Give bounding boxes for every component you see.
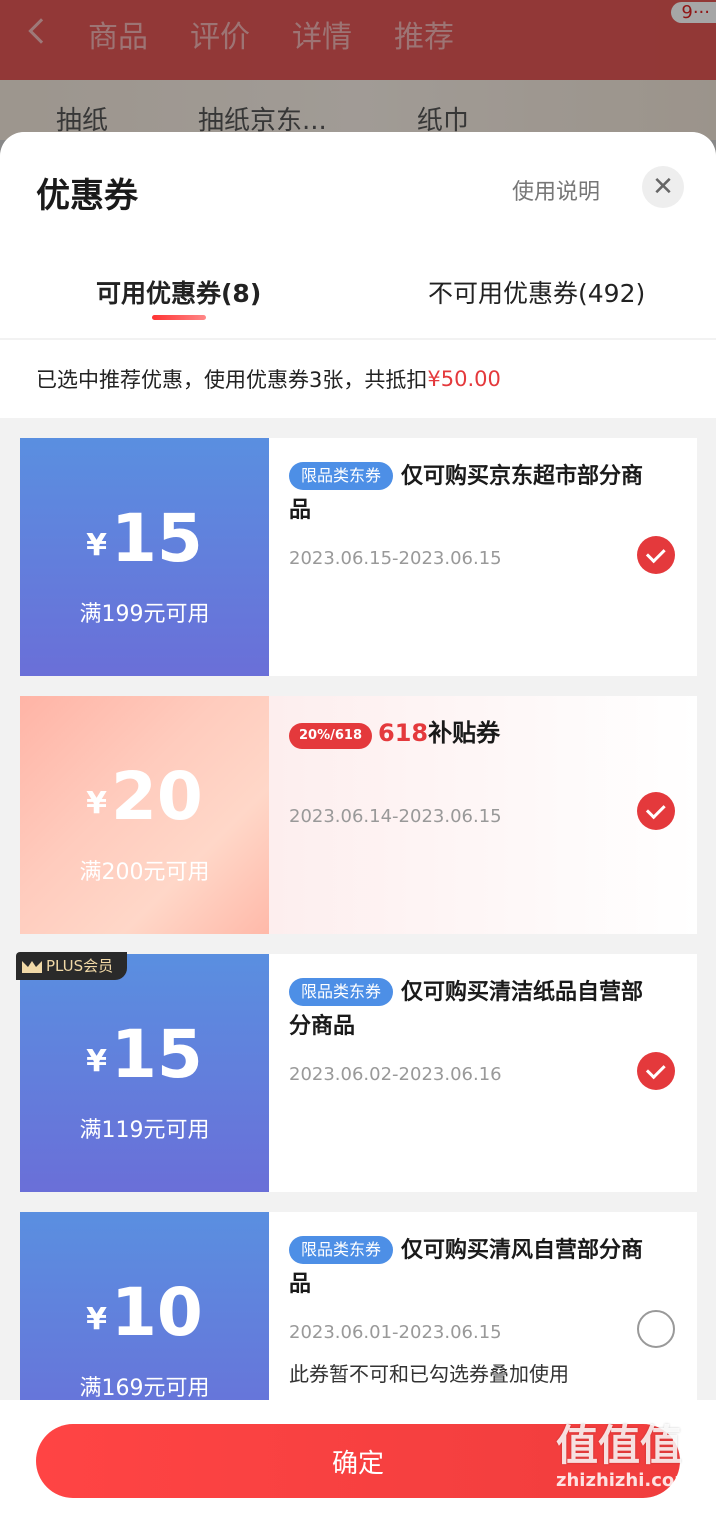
sheet-header: 优惠券 使用说明 ✕ 可用优惠券(8) 不可用优惠券(492)	[0, 132, 716, 338]
coupon-amount: ¥15	[20, 1016, 269, 1093]
active-tab-indicator	[152, 315, 206, 320]
coupon-tag: 限品类东券	[289, 978, 394, 1006]
coupon-info: 限品类东券 仅可购买清洁纸品自营部分商品 2023.06.02-2023.06.1…	[269, 954, 697, 1192]
coupon-amount-value: 15	[111, 1016, 203, 1093]
coupon-description: 限品类东券 仅可购买清洁纸品自营部分商品	[289, 976, 649, 1044]
coupon-condition: 满119元可用	[79, 1118, 210, 1143]
coupon-amount: ¥15	[20, 500, 269, 577]
coupon-dates: 2023.06.14-2023.06.15	[289, 806, 502, 827]
coupon-condition: 满169元可用	[79, 1376, 210, 1401]
close-button[interactable]: ✕	[642, 166, 684, 208]
checked-icon[interactable]	[637, 1052, 675, 1090]
coupon-card[interactable]: PLUS会员 ¥15 满119元可用 限品类东券 仅可购买清洁纸品自营部分商品 2…	[16, 952, 697, 1192]
subsidy-badge: 20%/618	[289, 723, 373, 749]
coupon-dates: 2023.06.02-2023.06.16	[289, 1064, 502, 1085]
checked-icon[interactable]	[637, 536, 675, 574]
coupon-amount: ¥10	[20, 1274, 269, 1351]
coupon-condition: 满199元可用	[79, 602, 210, 627]
coupon-dates: 2023.06.15-2023.06.15	[289, 548, 502, 569]
tab-available-coupons[interactable]: 可用优惠券(8)	[96, 274, 261, 310]
coupon-amount-value: 15	[111, 500, 203, 577]
summary-text: 已选中推荐优惠，使用优惠券3张，共抵扣	[36, 368, 428, 392]
watermark-logo: 值值值	[556, 1421, 683, 1470]
subsidy-618-label: 618	[378, 719, 429, 747]
subsidy-coupon-label: 补贴券	[428, 719, 501, 747]
overlay-dim[interactable]	[0, 0, 716, 140]
currency-symbol: ¥	[86, 786, 107, 821]
checked-icon[interactable]	[637, 792, 675, 830]
coupon-value-panel: ¥15 满119元可用	[16, 954, 269, 1192]
stacking-note: 此券暂不可和已勾选券叠加使用	[289, 1362, 569, 1386]
crown-icon	[22, 959, 42, 973]
coupon-card[interactable]: ¥15 满199元可用 限品类东券 仅可购买京东超市部分商品 2023.06.15…	[16, 438, 697, 676]
sheet-footer: 确定 值值值 zhizhizhi.com	[0, 1400, 716, 1524]
sheet-title: 优惠券	[36, 176, 138, 216]
close-icon: ✕	[652, 172, 674, 202]
coupon-sheet: 优惠券 使用说明 ✕ 可用优惠券(8) 不可用优惠券(492) 已选中推荐优惠，…	[0, 132, 716, 1524]
coupon-info: 限品类东券 仅可购买京东超市部分商品 2023.06.15-2023.06.15	[269, 438, 697, 676]
discount-summary: 已选中推荐优惠，使用优惠券3张，共抵扣 ¥50.00	[0, 340, 716, 418]
usage-help-link[interactable]: 使用说明	[512, 174, 600, 206]
watermark-url: zhizhizhi.com	[556, 1470, 694, 1491]
coupon-description: 限品类东券 仅可购买京东超市部分商品	[289, 460, 649, 528]
coupon-condition: 满200元可用	[79, 860, 210, 885]
coupon-card[interactable]: ¥20 满200元可用 20%/618 618补贴券 2023.06.14-202…	[16, 696, 697, 934]
plus-member-label: PLUS会员	[46, 957, 114, 975]
coupon-value-panel: ¥15 满199元可用	[16, 438, 269, 676]
coupon-amount: ¥20	[20, 758, 269, 835]
plus-member-badge: PLUS会员	[16, 952, 128, 980]
currency-symbol: ¥	[86, 528, 107, 563]
currency-symbol: ¥	[86, 1044, 107, 1079]
coupon-dates: 2023.06.01-2023.06.15	[289, 1322, 502, 1343]
coupon-info: 20%/618 618补贴券 2023.06.14-2023.06.15	[269, 696, 697, 934]
coupon-tag: 限品类东券	[289, 462, 394, 490]
tab-unavailable-coupons[interactable]: 不可用优惠券(492)	[428, 274, 645, 310]
coupon-amount-value: 20	[111, 758, 203, 835]
summary-amount: ¥50.00	[427, 367, 501, 391]
background-product-page: 抽纸 抽纸京东... 纸巾 商品 评价 详情 推荐 9···	[0, 0, 716, 140]
coupon-amount-value: 10	[111, 1274, 203, 1351]
coupon-value-panel: ¥20 满200元可用	[16, 696, 269, 934]
site-watermark: 值值值 zhizhizhi.com	[556, 1421, 716, 1492]
coupon-tag: 限品类东券	[289, 1236, 394, 1264]
coupon-description: 20%/618 618补贴券	[289, 716, 649, 752]
coupon-description: 限品类东券 仅可购买清风自营部分商品	[289, 1234, 649, 1302]
currency-symbol: ¥	[86, 1302, 107, 1337]
unchecked-circle-icon[interactable]	[637, 1310, 675, 1348]
